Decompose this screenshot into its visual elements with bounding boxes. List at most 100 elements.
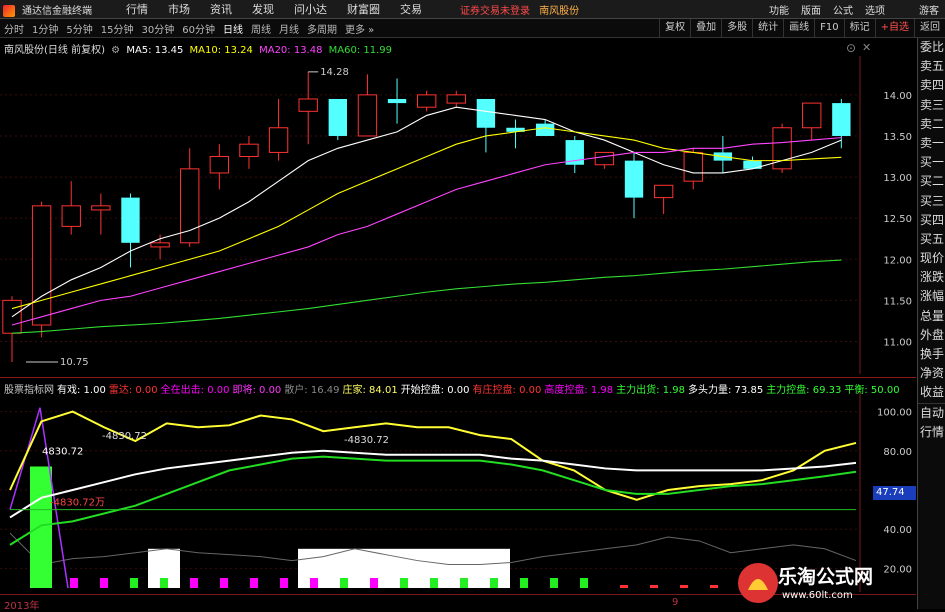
period-tick[interactable]: 分时	[0, 21, 28, 36]
close-icon[interactable]: ✕	[862, 41, 871, 54]
period-5min[interactable]: 5分钟	[62, 21, 96, 36]
candle-body	[298, 98, 318, 112]
menu-options[interactable]: 选项	[859, 2, 891, 17]
indicator-annotation: 4830.72	[42, 447, 83, 458]
indicator-bar	[310, 578, 318, 588]
menu-formula[interactable]: 公式	[827, 2, 859, 17]
sidebar-quote-5[interactable]: 卖一	[918, 134, 945, 153]
indicator-bar	[130, 578, 138, 588]
tool-rights[interactable]: 复权	[659, 19, 690, 37]
sidebar-quote-17[interactable]: 净资	[918, 364, 945, 383]
period-1min[interactable]: 1分钟	[28, 21, 62, 36]
period-weekly[interactable]: 周线	[247, 21, 275, 36]
indicator-annotation: -4830.72万	[50, 498, 105, 509]
menu-item-markets[interactable]: 市场	[158, 1, 200, 17]
indicator-bar	[620, 585, 628, 588]
period-15min[interactable]: 15分钟	[97, 21, 138, 36]
legend-ma20: MA20: 13.48	[259, 45, 323, 56]
guest-button[interactable]: 游客	[913, 2, 945, 17]
indicator-annotation: -4830.72	[102, 431, 147, 442]
sidebar-quote-8[interactable]: 买三	[918, 192, 945, 211]
menu-item-wealth[interactable]: 财富圈	[337, 1, 390, 17]
tool-f10[interactable]: F10	[814, 19, 843, 37]
candle-body	[268, 127, 289, 153]
sidebar-quote-10[interactable]: 买五	[918, 230, 945, 249]
watermark: 乐淘公式网 www.60lt.com	[736, 558, 916, 608]
candle-body	[832, 103, 851, 136]
menu-item-news[interactable]: 资讯	[200, 1, 242, 17]
sidebar-quote-3[interactable]: 卖三	[918, 96, 945, 115]
sidebar-quote-13[interactable]: 涨幅	[918, 287, 945, 306]
period-multi[interactable]: 多周期	[303, 21, 341, 36]
indicator-bar	[370, 578, 378, 588]
settings-gear-icon[interactable]: ⚙	[111, 45, 120, 56]
candle-body	[802, 102, 822, 129]
period-monthly[interactable]: 月线	[275, 21, 303, 36]
sidebar-quote-15[interactable]: 外盘	[918, 326, 945, 345]
main-menu: 行情 市场 资讯 发现 问小达 财富圈 交易	[116, 1, 432, 17]
indicator-bar	[340, 578, 348, 588]
sidebar-mode-0[interactable]: 自动	[918, 402, 945, 423]
indicator-annotation: -4830.72	[344, 435, 389, 446]
candle-body	[61, 205, 81, 227]
candle-body	[476, 98, 496, 128]
watermark-title: 乐淘公式网	[778, 566, 874, 588]
period-more-label: 更多	[344, 24, 365, 36]
tool-stats[interactable]: 统计	[752, 19, 783, 37]
indicator-tick-label: 100.00	[877, 408, 912, 419]
price-tick-label: 12.50	[883, 214, 912, 225]
sidebar-quote-2[interactable]: 卖四	[918, 76, 945, 95]
sidebar-quote-1[interactable]: 卖五	[918, 57, 945, 76]
app-name: 通达信金融终端	[0, 2, 116, 17]
tool-back[interactable]: 返回	[914, 19, 945, 37]
menu-layout[interactable]: 版面	[795, 2, 827, 17]
menu-item-discover[interactable]: 发现	[242, 1, 284, 17]
tool-mark[interactable]: 标记	[843, 19, 875, 37]
menu-item-market[interactable]: 行情	[116, 1, 158, 17]
tool-add-watchlist[interactable]: +自选	[874, 19, 914, 37]
tool-overlay[interactable]: 叠加	[690, 19, 721, 37]
sidebar-quote-11[interactable]: 现价	[918, 249, 945, 268]
collapse-icon[interactable]: ⊙	[846, 41, 856, 55]
indicator-bar	[160, 578, 168, 588]
candlestick-chart[interactable]: 11.00 11.50 12.00 12.50 13.00 13.50 14.00 14.28…	[0, 56, 915, 374]
indicator-bar	[220, 578, 228, 588]
login-alert[interactable]: 证券交易未登录 南风股份	[460, 2, 579, 17]
legend-ma60: MA60: 11.99	[328, 45, 393, 56]
candle-body	[150, 242, 170, 248]
sidebar-quote-7[interactable]: 买二	[918, 172, 945, 191]
indicator-bar	[250, 578, 258, 588]
sidebar-quote-9[interactable]: 买四	[918, 211, 945, 230]
candle-body	[91, 205, 111, 211]
indicator-tick-label: 40.00	[883, 525, 912, 536]
candle-body	[31, 205, 52, 326]
stock-title: 南风股份(日线 前复权)	[4, 45, 105, 56]
sidebar-quote-14[interactable]: 总量	[918, 307, 945, 326]
menu-item-trade[interactable]: 交易	[390, 1, 432, 17]
sidebar-quote-4[interactable]: 卖二	[918, 115, 945, 134]
sidebar-quote-0[interactable]: 委比	[918, 38, 945, 57]
tool-draw[interactable]: 画线	[783, 19, 814, 37]
title-bar: 通达信金融终端 行情 市场 资讯 发现 问小达 财富圈 交易 证券交易未登录 南…	[0, 0, 945, 19]
menu-function[interactable]: 功能	[763, 2, 795, 17]
indicator-bar	[70, 578, 78, 588]
period-more[interactable]: 更多 »	[341, 21, 378, 36]
sidebar-quote-18[interactable]: 收益	[918, 383, 945, 402]
tool-multi[interactable]: 多股	[721, 19, 752, 37]
menu-item-ask[interactable]: 问小达	[284, 1, 337, 17]
indicator-bar	[550, 578, 558, 588]
period-daily[interactable]: 日线	[219, 21, 247, 36]
period-30min[interactable]: 30分钟	[137, 21, 178, 36]
sidebar-quote-16[interactable]: 换手	[918, 345, 945, 364]
sidebar-quote-6[interactable]: 买一	[918, 153, 945, 172]
quote-sidebar: 委比 卖五 卖四 卖三 卖二 卖一 买一 买二 买三 买四 买五 现价 涨跌 涨幅 总量 外盘 换手 净资 收益 自动…	[917, 38, 945, 609]
period-bar: 分时 1分钟 5分钟 15分钟 30分钟 60分钟 日线 周线 月线 多周期 更…	[0, 19, 945, 38]
price-tick-label: 11.00	[883, 337, 912, 348]
period-60min[interactable]: 60分钟	[178, 21, 219, 36]
sidebar-quote-12[interactable]: 涨跌	[918, 268, 945, 287]
indicator-bar	[650, 585, 658, 588]
indicator-bar	[680, 585, 688, 588]
sidebar-mode-1[interactable]: 行情	[918, 423, 945, 442]
candle-body	[328, 98, 347, 136]
chevron-right-icon: »	[364, 24, 375, 36]
